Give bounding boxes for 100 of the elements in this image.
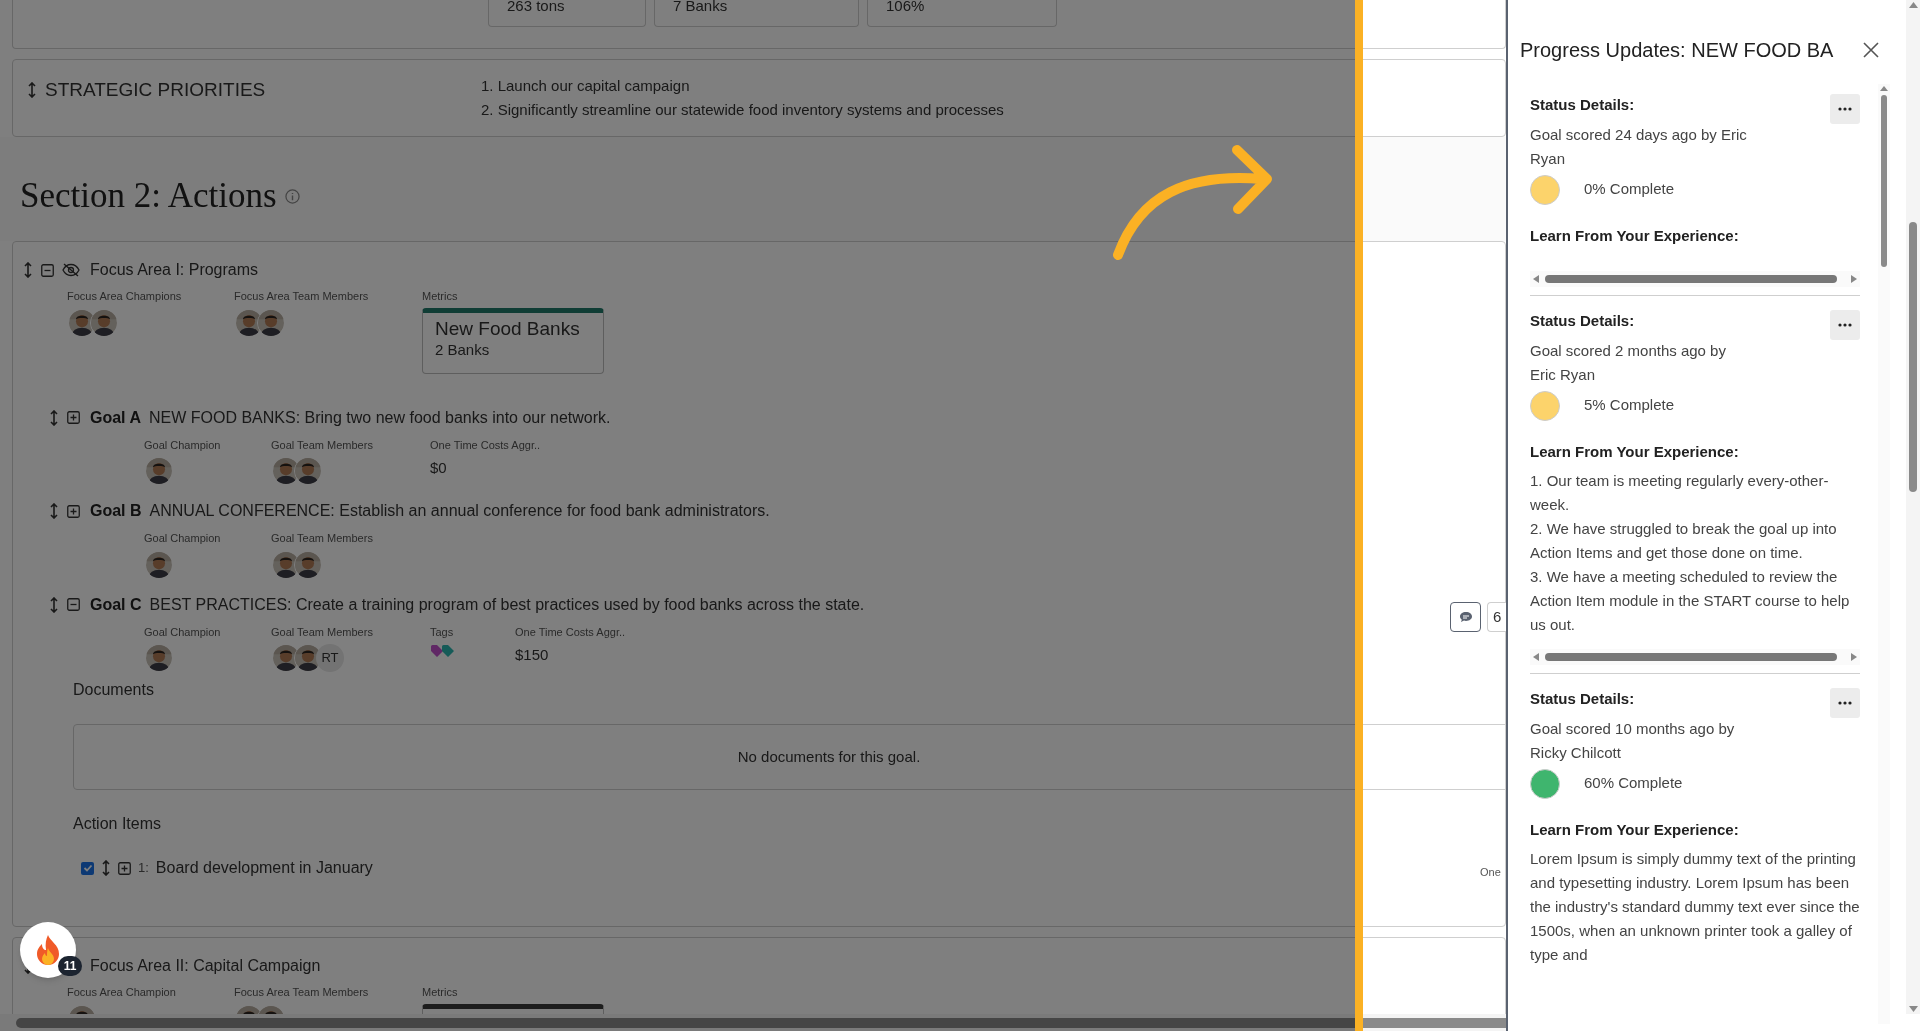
fire-button[interactable]	[20, 922, 76, 978]
down-arrow-icon	[1908, 1006, 1918, 1012]
status-heading: Status Details:	[1530, 95, 1636, 115]
left-arrow-icon	[1533, 275, 1539, 283]
drag-handle-icon[interactable]	[27, 82, 37, 99]
field-label: Goal Champion	[144, 531, 222, 546]
metric-title: New Food Banks	[435, 316, 581, 341]
drag-handle-icon[interactable]	[23, 262, 33, 278]
field-label: Metrics	[422, 289, 459, 304]
score-text: Goal scored 2 months ago by Eric Ryan	[1530, 340, 1727, 385]
checkbox[interactable]	[81, 861, 94, 875]
more-button[interactable]	[1830, 688, 1860, 718]
scrollbar-thumb[interactable]	[1545, 653, 1837, 661]
up-arrow-icon	[1880, 86, 1888, 91]
goal-code: Goal B	[90, 501, 142, 521]
field-label: Metrics	[422, 985, 459, 1000]
section-label: Learn From Your Experience:	[1530, 225, 1740, 246]
drag-handle-icon[interactable]	[49, 596, 59, 613]
eye-slash-icon[interactable]	[62, 263, 80, 277]
field-label: Goal Champion	[144, 624, 222, 640]
count-badge: 11	[58, 956, 82, 976]
metric-card[interactable]: New Food Banks 2 Banks	[422, 307, 604, 374]
subsection-title: Documents	[73, 680, 155, 700]
comment-button[interactable]	[1450, 602, 1481, 632]
right-arrow-icon	[1851, 275, 1857, 283]
status-heading: Status Details:	[1530, 689, 1636, 709]
collapse-icon[interactable]	[41, 263, 54, 277]
score-text: Goal scored 24 days ago by Eric Ryan	[1530, 124, 1748, 169]
field-value: 6	[1493, 606, 1502, 627]
focus-area-title[interactable]: Focus Area I: Programs	[90, 258, 259, 282]
metric-value: 106%	[886, 0, 925, 13]
card-title: STRATEGIC PRIORITIES	[45, 78, 266, 102]
section-label: Learn From Your Experience:	[1530, 819, 1740, 840]
field-label: Focus Area Team Members	[234, 985, 370, 1000]
field-label: Focus Area Team Members	[234, 289, 370, 304]
scrollbar-thumb[interactable]	[1545, 275, 1837, 283]
field-label: Goal Team Members	[271, 531, 374, 546]
action-item-title[interactable]: Board development in January	[155, 856, 373, 880]
metric-value: 7 Banks	[673, 0, 728, 13]
section-label: Learn From Your Experience:	[1530, 441, 1740, 462]
panel-title: Progress Updates: NEW FOOD BA	[1520, 38, 1834, 63]
goal-title[interactable]: ANNUAL CONFERENCE: Establish an annual conference for food bank administrators.	[149, 499, 770, 523]
progress-text: 0% Complete	[1584, 179, 1675, 200]
drag-handle-icon[interactable]	[49, 503, 59, 519]
check-icon	[82, 863, 93, 873]
close-icon[interactable]	[1862, 41, 1880, 59]
field-label: Focus Area Champion	[67, 985, 177, 1000]
metric-value: 2 Banks	[435, 340, 491, 359]
more-icon	[1838, 323, 1852, 327]
field-value: $150	[515, 645, 550, 665]
field-label: Goal Champion	[144, 437, 222, 453]
field-label: One Time Costs Aggr..	[430, 437, 542, 453]
horizontal-scrollbar[interactable]	[1530, 271, 1860, 287]
speech-bubble-icon	[1458, 611, 1473, 623]
goal-title[interactable]: BEST PRACTICES: Create a training program of best practices used by food banks across the state.	[149, 592, 865, 617]
more-icon	[1838, 107, 1852, 111]
drag-handle-icon[interactable]	[49, 409, 59, 426]
focus-area-title[interactable]: Focus Area II: Capital Campaign	[90, 954, 321, 978]
flame-icon	[35, 934, 61, 966]
horizontal-scrollbar[interactable]	[1530, 649, 1860, 665]
goal-code: Goal C	[90, 594, 142, 615]
scrollbar-thumb[interactable]	[1881, 95, 1887, 267]
more-button[interactable]	[1830, 310, 1860, 340]
left-arrow-icon	[1533, 653, 1539, 661]
experience-text: 2. We have struggled to break the goal up into Action Items and get those done on time.	[1530, 519, 1838, 563]
status-heading: Status Details:	[1530, 311, 1636, 331]
experience-text: 3. We have a meeting scheduled to review the Action Item module in the START course to help us out.	[1530, 567, 1851, 635]
empty-message: No documents for this goal.	[737, 746, 921, 767]
info-icon[interactable]	[284, 188, 300, 204]
goal-title[interactable]: NEW FOOD BANKS: Bring two new food banks into our network.	[148, 405, 611, 430]
field-label: One Time Costs Aggr..	[515, 624, 627, 640]
score-text: Goal scored 10 months ago by Ricky Chilcott	[1530, 718, 1736, 763]
progress-text: 60% Complete	[1584, 773, 1683, 794]
field-label: Focus Area Champions	[67, 289, 183, 304]
scrollbar-thumb[interactable]	[1909, 222, 1917, 492]
experience-text: Lorem Ipsum is simply dummy text of the printing and typesetting industry. Lorem Ipsum has been the industry's standard dummy text ever since the 1500s, when an unknown printer took a galley of type and	[1530, 849, 1860, 965]
section-heading: Section 2: Actions	[20, 174, 277, 217]
expand-icon[interactable]	[118, 861, 131, 875]
curved-arrow-icon	[1112, 145, 1275, 260]
vertical-scrollbar[interactable]	[1878, 84, 1890, 1024]
expand-icon[interactable]	[67, 504, 80, 518]
field-label: Tags	[430, 624, 455, 640]
up-arrow-icon	[1908, 2, 1918, 8]
initials-avatar: RT	[316, 644, 344, 672]
subsection-title: Action Items	[73, 814, 163, 834]
more-icon	[1838, 701, 1852, 705]
experience-text: 1. Our team is meeting regularly every-other-week.	[1530, 471, 1830, 515]
drag-handle-icon[interactable]	[101, 860, 111, 876]
item-number: 1:	[138, 859, 149, 878]
priority-item: 1. Launch our capital campaign	[481, 76, 691, 96]
field-value: $0	[430, 458, 448, 478]
field-label: One	[1480, 865, 1501, 880]
priority-item: 2. Significantly streamline our statewide food inventory systems and processes	[481, 100, 1004, 120]
field-label: Goal Team Members	[271, 437, 374, 453]
metric-value: 263 tons	[507, 0, 565, 13]
field-label: Goal Team Members	[271, 624, 374, 640]
expand-icon[interactable]	[67, 411, 80, 424]
more-button[interactable]	[1830, 94, 1860, 124]
vertical-scrollbar[interactable]	[1906, 0, 1920, 1014]
collapse-icon[interactable]	[67, 598, 80, 611]
